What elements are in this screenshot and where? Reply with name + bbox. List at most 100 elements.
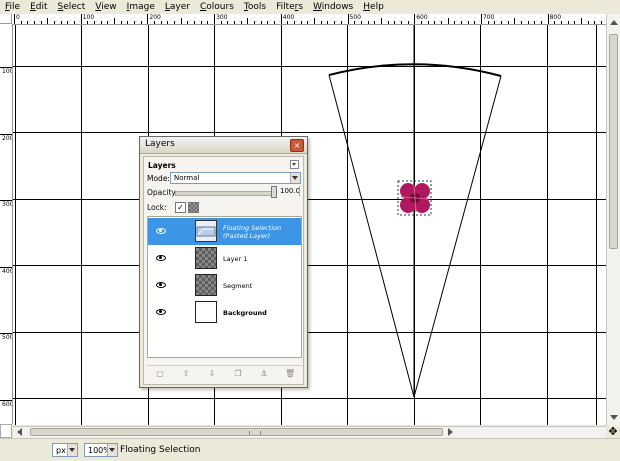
ruler-tick [147, 14, 149, 24]
menu-image[interactable]: Image [122, 0, 160, 14]
ruler-minor-tick [174, 21, 176, 24]
ruler-tick [14, 14, 15, 24]
layer-name: Layer 1 [223, 255, 247, 263]
ruler-corner[interactable] [0, 14, 12, 24]
menu-help[interactable]: Help [358, 0, 389, 14]
raise-layer-icon[interactable]: ⇧ [181, 369, 191, 378]
ruler-minor-tick [554, 21, 556, 24]
ruler-minor-tick [400, 21, 402, 24]
ruler-label: 500 [2, 334, 13, 342]
eye-icon[interactable] [156, 228, 166, 234]
menu-select[interactable]: Select [53, 0, 91, 14]
scroll-left-icon[interactable] [17, 428, 22, 436]
chevron-down-icon [67, 444, 77, 456]
ruler-minor-tick [160, 21, 162, 24]
layer-list[interactable]: Floating Selection (Pasted Layer) Layer 1 S… [147, 216, 302, 358]
ruler-minor-tick [194, 21, 196, 24]
dock-menu-icon[interactable] [290, 160, 299, 169]
ruler-minor-tick [367, 21, 369, 24]
vertical-scroll-thumb[interactable] [609, 34, 618, 249]
ruler-tick [414, 14, 416, 24]
ruler-minor-tick [140, 21, 142, 24]
anchor-layer-icon[interactable]: ⚓ [259, 369, 269, 378]
scroll-down-icon[interactable] [610, 415, 618, 420]
menu-label-part: s [298, 2, 304, 12]
zoom-select[interactable]: 100% [84, 443, 118, 457]
layer-row[interactable]: Floating Selection (Pasted Layer) [148, 218, 301, 245]
layer-row[interactable]: Background [148, 299, 301, 326]
ruler-minor-tick [107, 21, 109, 24]
eye-icon[interactable] [156, 309, 166, 315]
layer-row[interactable]: Layer 1 [148, 245, 301, 272]
scroll-grip-icon [249, 431, 261, 435]
layer-name-text: Layer 1 [223, 255, 248, 263]
ruler-minor-tick [340, 21, 342, 24]
menu-label-part: ayer [169, 2, 190, 12]
unit-select[interactable]: px [52, 443, 78, 457]
ruler-minor-tick [407, 21, 409, 24]
layer-row[interactable]: Segment [148, 272, 301, 299]
eye-icon[interactable] [156, 255, 166, 261]
menu-file[interactable]: File [0, 0, 25, 14]
delete-layer-icon[interactable]: 🗑 [285, 369, 295, 378]
opacity-value[interactable]: 100.0 [280, 187, 300, 195]
quick-mask-toggle[interactable] [0, 424, 12, 438]
ruler-minor-tick [114, 18, 116, 24]
ruler-minor-tick [520, 21, 522, 24]
menu-view[interactable]: View [90, 0, 121, 14]
ruler-tick [480, 14, 482, 24]
menu-layer[interactable]: Layer [160, 0, 195, 14]
ruler-label: 100 [82, 14, 95, 21]
ruler-minor-tick [234, 21, 236, 24]
duplicate-layer-icon[interactable]: ❐ [233, 369, 243, 378]
mode-select[interactable]: Normal [170, 172, 301, 184]
close-icon[interactable]: × [290, 139, 304, 152]
ruler-label: 0 [16, 14, 20, 21]
ruler-minor-tick [494, 21, 496, 24]
ruler-minor-tick [567, 21, 569, 24]
lower-layer-icon[interactable]: ⇩ [207, 369, 217, 378]
ruler-minor-tick [600, 21, 602, 24]
eye-icon[interactable] [156, 282, 166, 288]
ruler-minor-tick [120, 21, 122, 24]
ruler-label: 800 [549, 14, 562, 21]
menu-windows[interactable]: Windows [308, 0, 358, 14]
ruler-minor-tick [580, 18, 582, 24]
vertical-scrollbar[interactable] [606, 14, 620, 426]
lock-pixels-checkbox[interactable]: ✓ [175, 202, 186, 213]
dialog-titlebar[interactable]: Layers × [140, 137, 307, 154]
menu-label-part: mage [129, 2, 155, 12]
menu-colours[interactable]: Colours [195, 0, 239, 14]
ruler-minor-tick [260, 21, 262, 24]
scroll-up-icon[interactable] [610, 20, 618, 25]
ruler-minor-tick [200, 21, 202, 24]
horizontal-ruler[interactable]: 0 100 200 300 400 500 600 700 800 [12, 14, 606, 25]
opacity-spinner[interactable] [299, 186, 304, 196]
horizontal-scrollbar[interactable] [13, 426, 606, 438]
ruler-minor-tick [354, 21, 356, 24]
opacity-slider-handle[interactable] [271, 186, 277, 198]
opacity-label: Opacity: [147, 188, 178, 197]
opacity-slider[interactable] [175, 191, 272, 196]
navigate-icon[interactable]: ✥ [606, 426, 620, 438]
ruler-minor-tick [274, 21, 276, 24]
ruler-minor-tick [334, 21, 336, 24]
menu-tools[interactable]: Tools [239, 0, 271, 14]
canvas-drawing[interactable] [13, 25, 606, 425]
new-layer-icon[interactable]: ▢ [155, 369, 165, 378]
menu-filters[interactable]: Filters [271, 0, 308, 14]
lock-alpha-checkbox[interactable] [188, 202, 199, 213]
vertical-ruler[interactable]: 100 200 300 400 500 600 [0, 24, 13, 424]
horizontal-scroll-thumb[interactable] [30, 428, 443, 436]
menu-edit[interactable]: Edit [25, 0, 52, 14]
ruler-minor-tick [154, 21, 156, 24]
scroll-right-icon[interactable] [448, 428, 453, 436]
image-canvas[interactable] [13, 25, 606, 425]
ruler-label: 600 [416, 14, 428, 21]
layer-buttons-bar: ▢ ⇧ ⇩ ❐ ⚓ 🗑 [147, 365, 302, 380]
ruler-minor-tick [54, 21, 56, 24]
ruler-tick [80, 14, 82, 24]
ruler-minor-tick [394, 21, 396, 24]
layers-dialog[interactable]: Layers × Layers Mode: Normal Opacity: 10… [139, 136, 308, 388]
ruler-minor-tick [240, 21, 242, 24]
